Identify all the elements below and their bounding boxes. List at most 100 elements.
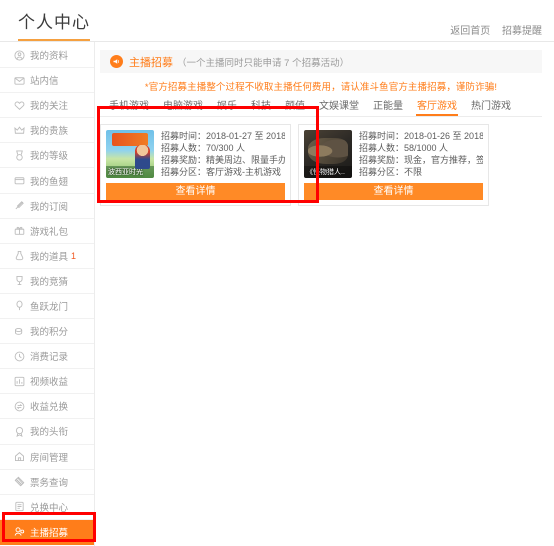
sidebar-nav: 我的资料 站内信 我的关注 我的贵族 我的等级 我的鱼翅 我的订阅 游戏礼包 我的道具 1 我的竞猜… bbox=[0, 42, 95, 546]
sidebar-item-14[interactable]: 视频收益 bbox=[0, 369, 94, 395]
view-detail-button[interactable]: 查看详情 bbox=[106, 183, 285, 200]
card-people-row-label: 招募人数： bbox=[161, 143, 207, 153]
tab-7[interactable]: 正能量 bbox=[366, 97, 410, 116]
sidebar-item-15[interactable]: 收益兑换 bbox=[0, 394, 94, 420]
card-reward-row-label: 招募奖励： bbox=[161, 155, 207, 165]
card-reward-row: 招募奖励：精美周边、限量手办、签约… bbox=[161, 154, 285, 166]
ticket-icon bbox=[14, 476, 25, 487]
coins-icon bbox=[14, 326, 25, 337]
sidebar-item-label: 我的道具 bbox=[30, 251, 69, 263]
sidebar-item-label: 主播招募 bbox=[30, 527, 69, 539]
card-zone-row-value: 不限 bbox=[404, 167, 423, 177]
sidebar-item-label: 我的等级 bbox=[30, 151, 69, 163]
sidebar-item-label: 我的贵族 bbox=[30, 126, 69, 138]
chart-icon bbox=[14, 376, 25, 387]
exchange-icon bbox=[14, 401, 25, 412]
sidebar-item-3[interactable]: 我的关注 bbox=[0, 93, 94, 119]
tab-6[interactable]: 文娱课堂 bbox=[312, 97, 366, 116]
sidebar-item-badge: 1 bbox=[71, 250, 77, 261]
speaker-icon bbox=[110, 55, 123, 68]
sidebar-item-4[interactable]: 我的贵族 bbox=[0, 118, 94, 144]
medal-icon bbox=[14, 150, 25, 161]
thumbnail-caption: 波西亚时光 bbox=[106, 166, 154, 178]
tab-1[interactable]: 手机游戏 bbox=[102, 97, 156, 116]
back-home-link[interactable]: 返回首页 bbox=[450, 26, 490, 37]
view-detail-button[interactable]: 查看详情 bbox=[304, 183, 483, 200]
card-thumbnail[interactable]: 波西亚时光 bbox=[106, 130, 154, 178]
sidebar-item-18[interactable]: 票务查询 bbox=[0, 470, 94, 495]
trophy-icon bbox=[14, 275, 25, 286]
envelope-icon bbox=[14, 75, 25, 86]
clock-icon bbox=[14, 351, 25, 362]
tab-3[interactable]: 娱乐 bbox=[210, 97, 244, 116]
sidebar-item-13[interactable]: 消费记录 bbox=[0, 344, 94, 370]
sidebar-item-7[interactable]: 我的订阅 bbox=[0, 194, 94, 219]
card-time-row-label: 招募时间： bbox=[359, 131, 405, 141]
sidebar-item-label: 我的订阅 bbox=[30, 201, 69, 213]
sidebar-item-label: 我的关注 bbox=[30, 101, 69, 113]
card-zone-row: 招募分区：不限 bbox=[359, 166, 483, 178]
card-zone-row-label: 招募分区： bbox=[359, 167, 405, 177]
card-icon bbox=[14, 501, 25, 512]
tab-4[interactable]: 科技 bbox=[244, 97, 278, 116]
page-header: 个人中心 返回首页 招募提醒 bbox=[0, 0, 554, 42]
sidebar-item-label: 我的竞猜 bbox=[30, 276, 69, 288]
sidebar-item-label: 兑换中心 bbox=[30, 502, 69, 514]
tab-2[interactable]: 电脑游戏 bbox=[156, 97, 210, 116]
heart-icon bbox=[14, 100, 25, 111]
sidebar-item-10[interactable]: 我的竞猜 bbox=[0, 269, 94, 294]
sidebar-item-label: 鱼跃龙门 bbox=[30, 301, 69, 313]
sidebar-item-20[interactable]: 主播招募 bbox=[0, 519, 94, 545]
sidebar-item-11[interactable]: 鱼跃龙门 bbox=[0, 294, 94, 320]
sidebar-item-8[interactable]: 游戏礼包 bbox=[0, 219, 94, 244]
card-reward-row: 招募奖励：现金，官方推荐，签约机会 bbox=[359, 154, 483, 166]
recruit-reminder-link[interactable]: 招募提醒 bbox=[502, 26, 542, 37]
sidebar-item-label: 我的头衔 bbox=[30, 427, 69, 439]
card-people-row: 招募人数：58/1000 人 bbox=[359, 142, 483, 154]
tab-9[interactable]: 热门游戏 bbox=[464, 97, 518, 116]
sidebar-item-label: 房间管理 bbox=[30, 452, 69, 464]
sidebar-item-16[interactable]: 我的头衔 bbox=[0, 419, 94, 445]
notice-bar: 主播招募 （一个主播同时只能申请 7 个招募活动） bbox=[100, 50, 542, 73]
card-meta: 招募时间：2018-01-26 至 2018-02-2..招募人数：58/100… bbox=[359, 130, 483, 178]
tab-8[interactable]: 客厅游戏 bbox=[410, 97, 464, 116]
card-zone-row-label: 招募分区： bbox=[161, 167, 207, 177]
card-time-row-value: 2018-01-26 至 2018-02-2.. bbox=[404, 131, 483, 141]
recruitment-card[interactable]: 《怪物猎人.. 招募时间：2018-01-26 至 2018-02-2..招募人数… bbox=[298, 124, 489, 206]
crown-icon bbox=[14, 125, 25, 136]
bookmark-icon bbox=[14, 200, 25, 211]
card-time-row-label: 招募时间： bbox=[161, 131, 207, 141]
thumbnail-caption: 《怪物猎人.. bbox=[304, 166, 352, 178]
potion-icon bbox=[14, 250, 25, 261]
tab-5[interactable]: 颜值 bbox=[278, 97, 312, 116]
sidebar-item-2[interactable]: 站内信 bbox=[0, 68, 94, 94]
sidebar-item-1[interactable]: 我的资料 bbox=[0, 43, 94, 69]
recruitment-card-list: 波西亚时光招募时间：2018-01-27 至 2018-02-2..招募人数：7… bbox=[100, 117, 542, 206]
megaphone-icon bbox=[14, 526, 25, 537]
sidebar-item-6[interactable]: 我的鱼翅 bbox=[0, 168, 94, 194]
sidebar-item-label: 票务查询 bbox=[30, 477, 69, 489]
content-area: 主播招募 （一个主播同时只能申请 7 个招募活动） *官方招募主播整个过程不收取… bbox=[95, 42, 554, 546]
header-links: 返回首页 招募提醒 bbox=[441, 22, 542, 37]
recruitment-card[interactable]: 波西亚时光招募时间：2018-01-27 至 2018-02-2..招募人数：7… bbox=[100, 124, 291, 206]
sidebar-item-12[interactable]: 我的积分 bbox=[0, 319, 94, 345]
sidebar-item-17[interactable]: 房间管理 bbox=[0, 445, 94, 470]
sidebar-item-19[interactable]: 兑换中心 bbox=[0, 495, 94, 520]
card-time-row: 招募时间：2018-01-26 至 2018-02-2.. bbox=[359, 130, 483, 142]
card-zone-row-value: 客厅游戏-主机游戏 bbox=[206, 167, 282, 177]
card-time-row: 招募时间：2018-01-27 至 2018-02-2.. bbox=[161, 130, 285, 142]
card-top: 波西亚时光招募时间：2018-01-27 至 2018-02-2..招募人数：7… bbox=[106, 130, 285, 178]
home-icon bbox=[14, 451, 25, 462]
card-zone-row: 招募分区：客厅游戏-主机游戏 bbox=[161, 166, 285, 178]
wallet-icon bbox=[14, 175, 25, 186]
sidebar-item-9[interactable]: 我的道具 1 bbox=[0, 244, 94, 269]
card-top: 《怪物猎人.. 招募时间：2018-01-26 至 2018-02-2..招募人数… bbox=[304, 130, 483, 178]
card-thumbnail[interactable]: 《怪物猎人.. bbox=[304, 130, 352, 178]
card-people-row-value: 70/300 人 bbox=[206, 143, 246, 153]
badge-icon bbox=[14, 426, 25, 437]
sidebar-item-5[interactable]: 我的等级 bbox=[0, 143, 94, 169]
sidebar-item-label: 我的积分 bbox=[30, 327, 69, 339]
sidebar-item-label: 视频收益 bbox=[30, 377, 69, 389]
card-people-row-value: 58/1000 人 bbox=[404, 143, 449, 153]
card-meta: 招募时间：2018-01-27 至 2018-02-2..招募人数：70/300… bbox=[161, 130, 285, 178]
